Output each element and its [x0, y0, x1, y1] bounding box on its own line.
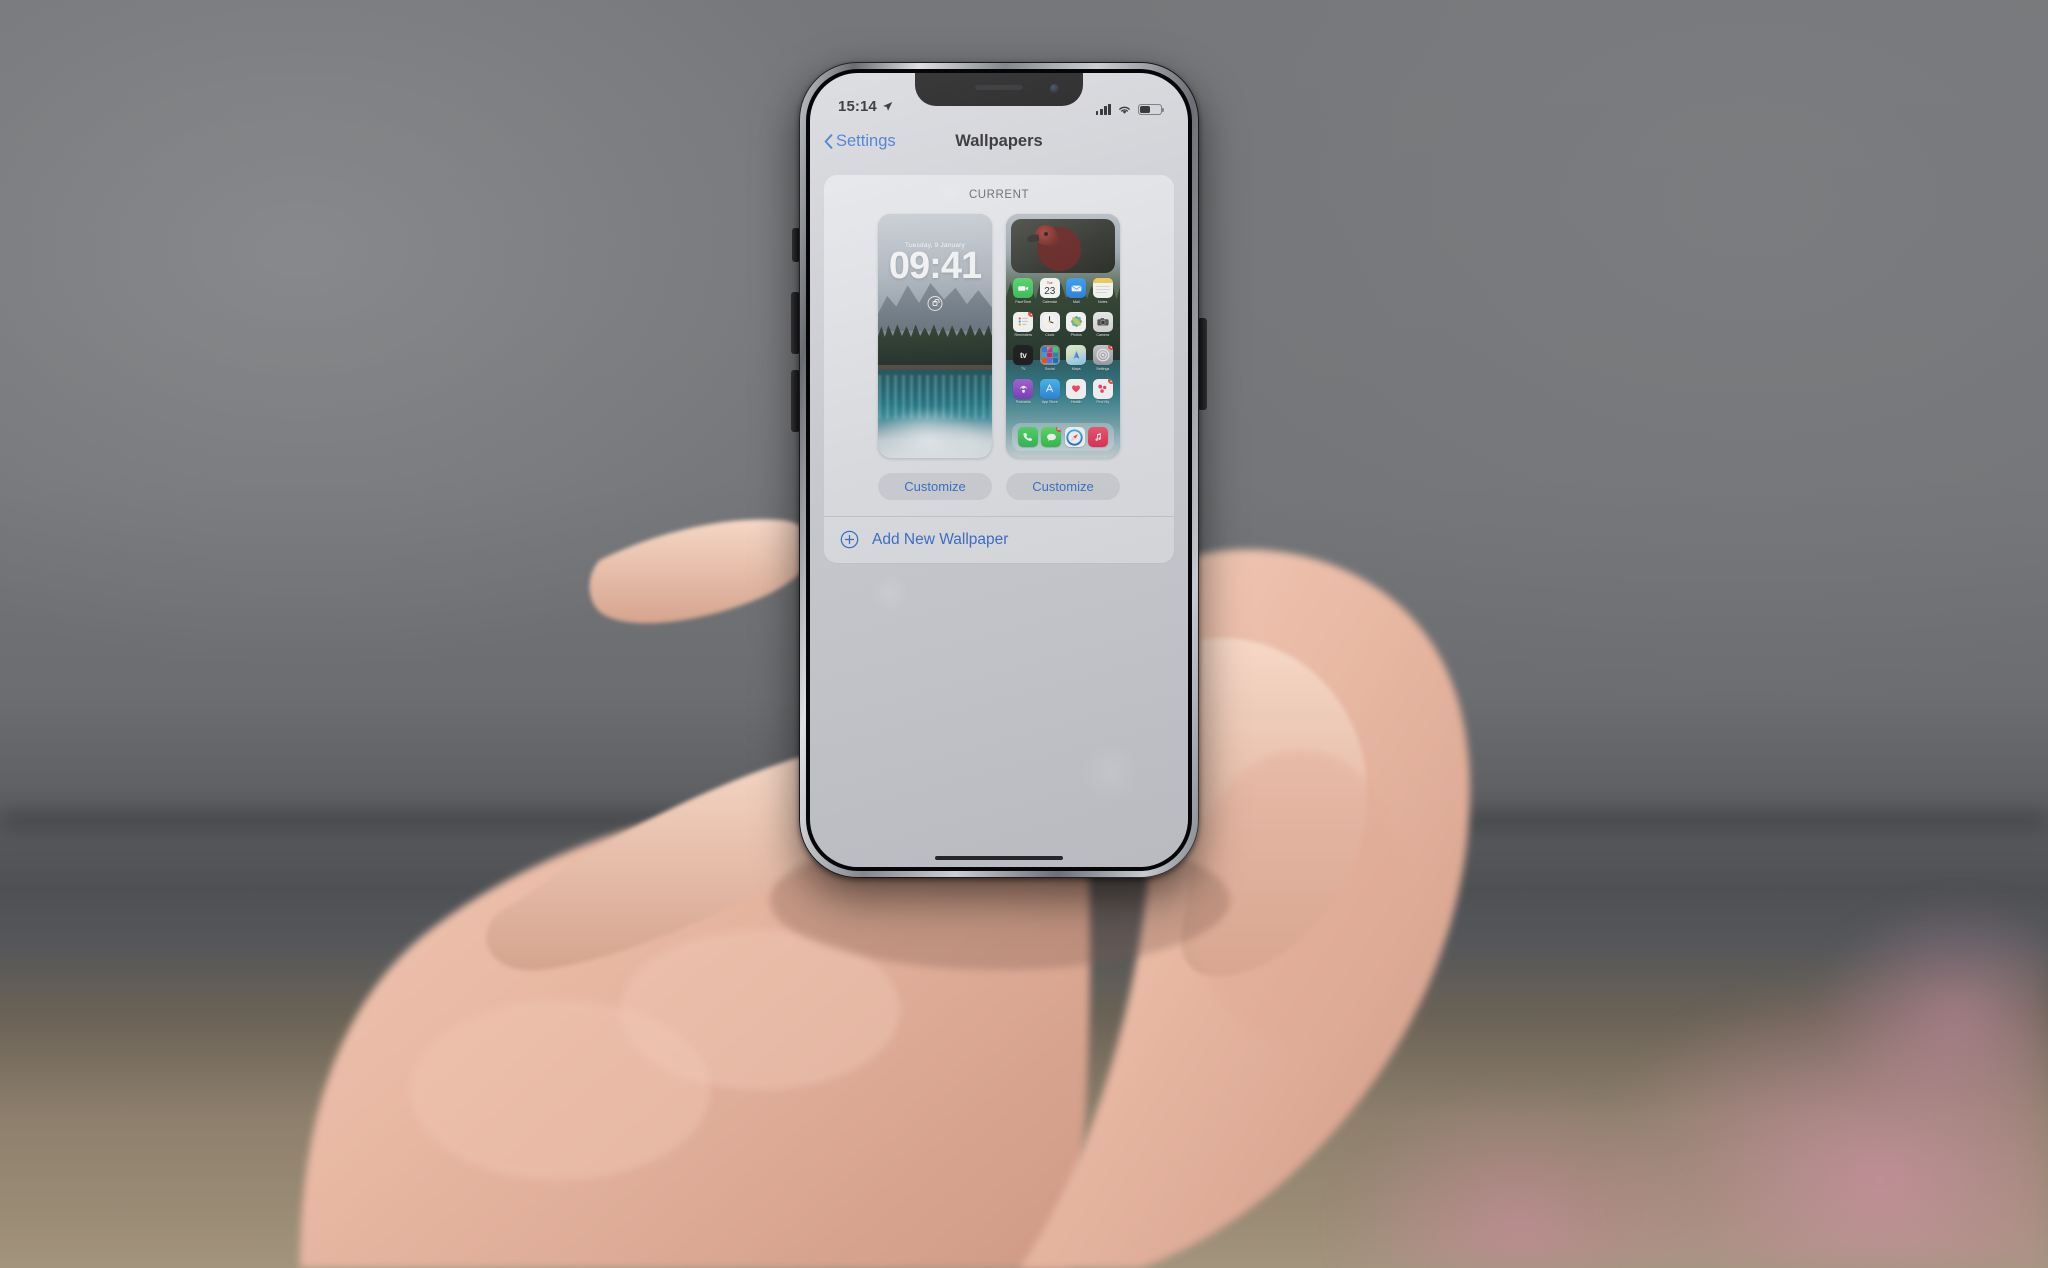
music-icon[interactable]	[1088, 427, 1109, 447]
home-screen-app-grid: FaceTime Tue 23 Calendar Mail Notes 2 Re…	[1010, 278, 1116, 404]
location-arrow-icon	[882, 102, 893, 111]
podcasts-icon	[1013, 378, 1034, 399]
app-badge: 2	[1028, 311, 1034, 317]
app-label: Reminders	[1014, 333, 1032, 337]
app-health[interactable]: Health	[1064, 378, 1088, 404]
app-reminders[interactable]: 2 Reminders	[1011, 311, 1035, 337]
status-bar-right	[1095, 103, 1165, 115]
app-label: Notes	[1098, 299, 1108, 304]
app-label: Calendar	[1042, 299, 1058, 304]
app-findmy[interactable]: 2 Find My	[1091, 378, 1115, 404]
folder-social[interactable]: Social	[1038, 345, 1062, 371]
health-icon	[1066, 378, 1087, 399]
app-label: Health	[1071, 400, 1082, 404]
add-new-wallpaper-row[interactable]: Add New Wallpaper	[824, 517, 1174, 563]
wallpaper-previews: Tuesday, 9 January 09:41 FaceTime Tue 23…	[824, 214, 1174, 458]
app-badge: 2	[1107, 378, 1113, 384]
app-label: Photos	[1070, 333, 1082, 337]
app-podcasts[interactable]: Podcasts	[1011, 378, 1035, 404]
calendar-day: 23	[1044, 285, 1056, 297]
status-bar-left: 15:14	[838, 98, 893, 115]
app-label: Camera	[1096, 333, 1110, 337]
battery-fill	[1140, 105, 1151, 113]
app-label: Find My	[1096, 400, 1110, 404]
back-button-settings[interactable]: Settings	[824, 132, 896, 151]
notch	[915, 73, 1083, 106]
app-camera[interactable]: Camera	[1091, 311, 1115, 337]
home-indicator[interactable]	[935, 856, 1063, 860]
app-notes[interactable]: Notes	[1091, 278, 1115, 304]
wifi-icon	[1119, 106, 1130, 114]
reminders-icon: 2	[1013, 311, 1034, 332]
current-wallpaper-card: CURRENT Tuesday, 9 January 09:41 FaceTim…	[824, 175, 1174, 563]
customize-buttons-row: Customize Customize	[824, 458, 1174, 516]
device-screen: 15:14 Settings Wallpapers CURRENT Tuesda…	[810, 73, 1188, 867]
photo-widget[interactable]	[1011, 219, 1115, 273]
calendar-icon: Tue 23	[1039, 278, 1060, 298]
lock-screen-preview[interactable]: Tuesday, 9 January 09:41	[878, 214, 992, 458]
app-mail[interactable]: Mail	[1064, 278, 1088, 304]
settings-icon: 1	[1092, 345, 1113, 365]
tv-icon: tv	[1013, 345, 1034, 365]
front-camera-icon	[1050, 84, 1059, 93]
folder-icon	[1039, 345, 1060, 365]
lock-screen-time: 09:41	[888, 245, 982, 287]
app-clock[interactable]: Clock	[1038, 311, 1062, 337]
customize-lock-screen-button[interactable]: Customize	[878, 473, 992, 500]
appstore-icon	[1039, 378, 1060, 399]
app-label: Social	[1044, 366, 1055, 371]
app-label: Mail	[1072, 299, 1080, 304]
power-button[interactable]	[1198, 318, 1207, 410]
back-button-label: Settings	[836, 131, 896, 150]
safari-icon[interactable]	[1064, 427, 1085, 447]
plus-circle-icon	[840, 530, 859, 549]
app-settings[interactable]: 1 Settings	[1091, 345, 1115, 371]
app-photos[interactable]: Photos	[1064, 311, 1088, 337]
app-calendar[interactable]: Tue 23 Calendar	[1038, 278, 1062, 304]
app-label: Clock	[1045, 333, 1055, 337]
earpiece-speaker	[975, 85, 1023, 90]
photos-icon	[1066, 311, 1087, 332]
notes-icon	[1092, 278, 1113, 298]
app-tv[interactable]: tv TV	[1011, 345, 1035, 371]
cellular-signal-icon	[1095, 103, 1111, 115]
findmy-icon: 2	[1092, 378, 1113, 399]
app-facetime[interactable]: FaceTime	[1011, 278, 1035, 304]
bird-eye	[1044, 232, 1048, 236]
app-label: Maps	[1071, 366, 1081, 371]
status-time: 15:14	[838, 98, 877, 115]
home-screen-dock: 64	[1012, 423, 1114, 451]
phone-icon[interactable]	[1017, 427, 1038, 447]
iphone-device: 15:14 Settings Wallpapers CURRENT Tuesda…	[799, 62, 1199, 878]
battery-cap	[1162, 107, 1165, 113]
device-bezel: 15:14 Settings Wallpapers CURRENT Tuesda…	[806, 69, 1192, 871]
battery-icon	[1138, 103, 1165, 115]
lock-screen-preview-column: Tuesday, 9 January 09:41	[878, 214, 992, 458]
maps-icon	[1066, 345, 1087, 365]
clock-icon	[1039, 311, 1060, 332]
app-label: App Store	[1041, 400, 1058, 404]
messages-icon[interactable]: 64	[1041, 427, 1062, 447]
camera-icon	[1092, 311, 1113, 332]
chevron-left-icon	[824, 133, 833, 149]
app-appstore[interactable]: App Store	[1038, 378, 1062, 404]
lock-icon	[927, 296, 943, 311]
navigation-bar: Settings Wallpapers	[810, 119, 1188, 163]
customize-home-screen-button[interactable]: Customize	[1006, 473, 1120, 500]
app-label: Podcasts	[1015, 400, 1031, 404]
mail-icon	[1066, 278, 1087, 298]
section-header-current: CURRENT	[968, 189, 1030, 201]
app-label: TV	[1020, 366, 1026, 371]
app-label: Settings	[1096, 366, 1110, 371]
wallpapers-content: CURRENT Tuesday, 9 January 09:41 FaceTim…	[810, 163, 1188, 867]
app-label: FaceTime	[1015, 299, 1032, 304]
facetime-icon	[1013, 278, 1034, 298]
wallpaper-cloud-reflection	[878, 409, 992, 458]
app-badge: 1	[1107, 345, 1113, 350]
app-maps[interactable]: Maps	[1064, 345, 1088, 371]
home-screen-preview[interactable]: FaceTime Tue 23 Calendar Mail Notes 2 Re…	[1006, 214, 1120, 458]
app-badge: 64	[1056, 427, 1062, 432]
add-new-wallpaper-label: Add New Wallpaper	[872, 530, 1009, 548]
home-screen-preview-column: FaceTime Tue 23 Calendar Mail Notes 2 Re…	[1006, 214, 1120, 458]
